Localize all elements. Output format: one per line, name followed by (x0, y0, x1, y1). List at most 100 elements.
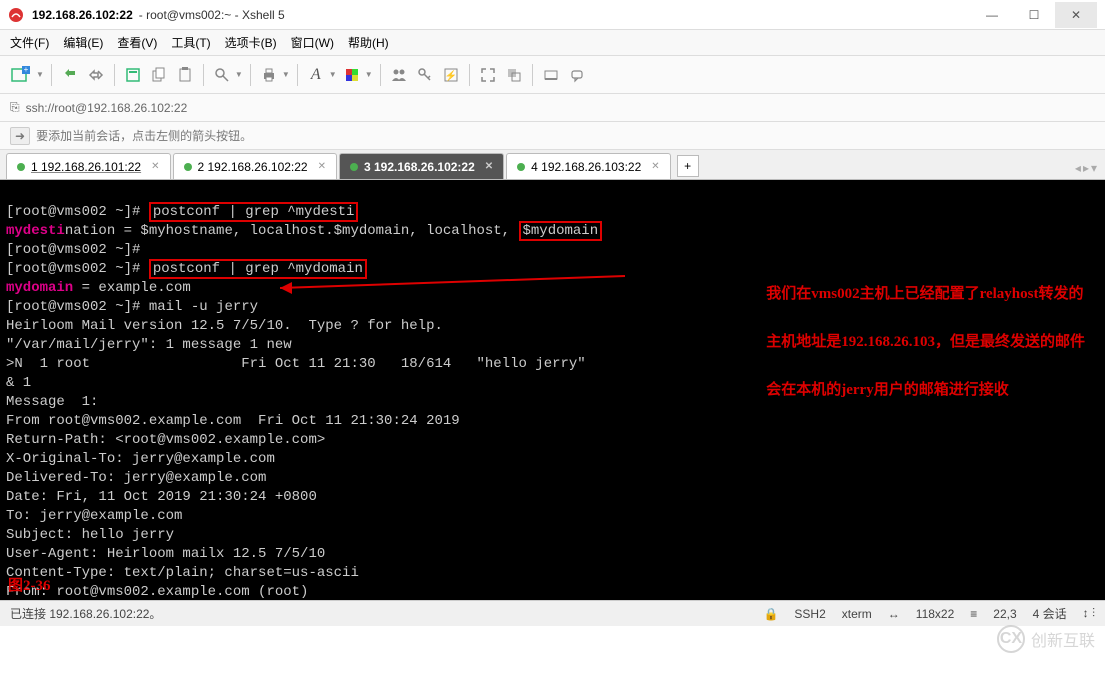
annotation-text: 我们在vms002主机上已经配置了relayhost转发的 主机地址是192.1… (766, 258, 1085, 426)
menu-tabs[interactable]: 选项卡(B) (225, 34, 277, 51)
close-button[interactable]: ✕ (1055, 2, 1097, 28)
protocol-label: SSH2 (794, 607, 825, 621)
tab-label: 4 192.168.26.103:22 (531, 160, 641, 174)
menu-file[interactable]: 文件(F) (10, 34, 49, 51)
term-line: Message 1: (6, 394, 98, 410)
session-tab-2[interactable]: 2 192.168.26.102:22 ✕ (173, 153, 338, 179)
address-text[interactable]: ssh://root@192.168.26.102:22 (26, 101, 188, 115)
dropdown-icon[interactable]: ▼ (235, 70, 243, 79)
term-line: Return-Path: <root@vms002.example.com> (6, 432, 325, 448)
annotation-arrow-icon (280, 274, 630, 294)
hint-icon[interactable]: ➜ (10, 127, 30, 145)
term-line: X-Original-To: jerry@example.com (6, 451, 275, 467)
status-bar: 已连接 192.168.26.102:22。 🔒 SSH2 xterm ↔ 11… (0, 600, 1105, 626)
maximize-button[interactable]: ☐ (1013, 2, 1055, 28)
addr-icon: ⎘ (10, 100, 20, 115)
disconnect-button[interactable] (85, 63, 107, 87)
term-line: & 1 (6, 375, 31, 391)
tab-close-icon[interactable]: ✕ (651, 161, 659, 172)
transparency-button[interactable] (503, 63, 525, 87)
tab-label: 3 192.168.26.102:22 (364, 160, 475, 174)
term-line: Subject: hello jerry (6, 527, 174, 543)
watermark-text: 创新互联 (1031, 627, 1095, 651)
menu-edit[interactable]: 编辑(E) (63, 34, 103, 51)
term-line: [root@vms002 ~]# postconf | grep ^mydest… (6, 202, 358, 222)
menu-help[interactable]: 帮助(H) (348, 34, 389, 51)
term-line: [root@vms002 ~]# (6, 242, 140, 258)
tab-close-icon[interactable]: ✕ (318, 161, 326, 172)
menu-tools[interactable]: 工具(T) (171, 34, 210, 51)
find-button[interactable] (211, 63, 233, 87)
term-size: 118x22 (916, 607, 954, 621)
tab-label: 2 192.168.26.102:22 (198, 160, 308, 174)
paste-button[interactable] (174, 63, 196, 87)
watermark: CX 创新互联 (997, 625, 1095, 653)
session-count: 4 会话 (1033, 605, 1067, 622)
reconnect-button[interactable] (59, 63, 81, 87)
new-session-button[interactable]: + (8, 63, 34, 87)
svg-text:⚡: ⚡ (444, 69, 456, 82)
help-button[interactable] (566, 63, 588, 87)
term-line: "/var/mail/jerry": 1 message 1 new (6, 337, 292, 353)
term-line: mydestination = $myhostname, localhost.$… (6, 221, 602, 241)
size-icon: ↔ (888, 607, 900, 621)
status-dot-icon (17, 163, 25, 171)
dropdown-icon[interactable]: ▼ (282, 70, 290, 79)
hint-bar: ➜ 要添加当前会话，点击左侧的箭头按钮。 (0, 122, 1105, 150)
menu-bar: 文件(F) 编辑(E) 查看(V) 工具(T) 选项卡(B) 窗口(W) 帮助(… (0, 30, 1105, 56)
term-line: User-Agent: Heirloom mailx 12.5 7/5/10 (6, 546, 325, 562)
key-button[interactable] (414, 63, 436, 87)
session-tab-1[interactable]: 1 192.168.26.101:22 ✕ (6, 153, 171, 179)
minimize-tray-button[interactable] (540, 63, 562, 87)
term-line: To: jerry@example.com (6, 508, 182, 524)
minimize-button[interactable]: — (971, 2, 1013, 28)
session-tab-4[interactable]: 4 192.168.26.103:22 ✕ (506, 153, 671, 179)
toolbar: + ▼ ▼ ▼ A ▼ ▼ ⚡ (0, 56, 1105, 94)
term-line: From root@vms002.example.com Fri Oct 11 … (6, 413, 460, 429)
fullscreen-button[interactable] (477, 63, 499, 87)
tab-bar: 1 192.168.26.101:22 ✕ 2 192.168.26.102:2… (0, 150, 1105, 180)
new-tab-button[interactable]: + (677, 155, 699, 177)
script-button[interactable]: ⚡ (440, 63, 462, 87)
font-button[interactable]: A (305, 63, 327, 87)
dropdown-icon[interactable]: ▼ (365, 70, 373, 79)
term-line: Content-Type: text/plain; charset=us-asc… (6, 565, 359, 581)
title-bar: 192.168.26.102:22 - root@vms002:~ - Xshe… (0, 0, 1105, 30)
copy-button[interactable] (148, 63, 170, 87)
pos-icon: ≡ (970, 607, 977, 621)
menu-view[interactable]: 查看(V) (117, 34, 157, 51)
term-line: Delivered-To: jerry@example.com (6, 470, 266, 486)
more-icon[interactable]: ↕ ⫶ (1083, 606, 1095, 621)
term-line: mydomain = example.com (6, 280, 191, 296)
print-button[interactable] (258, 63, 280, 87)
window-title-rest: - root@vms002:~ - Xshell 5 (139, 8, 285, 22)
watermark-logo: CX (997, 625, 1025, 653)
menu-window[interactable]: 窗口(W) (291, 34, 334, 51)
cursor-pos: 22,3 (993, 607, 1016, 621)
term-line: Date: Fri, 11 Oct 2019 21:30:24 +0800 (6, 489, 317, 505)
figure-label: 图2-36 (8, 577, 51, 596)
dropdown-icon[interactable]: ▼ (36, 70, 44, 79)
dropdown-icon[interactable]: ▼ (329, 70, 337, 79)
tab-next-icon[interactable]: ▸ (1083, 161, 1089, 175)
status-dot-icon (350, 163, 358, 171)
tab-close-icon[interactable]: ✕ (485, 161, 493, 172)
tab-list-icon[interactable]: ▾ (1091, 161, 1097, 175)
tab-prev-icon[interactable]: ◂ (1075, 161, 1081, 175)
status-dot-icon (517, 163, 525, 171)
session-tab-3[interactable]: 3 192.168.26.102:22 ✕ (339, 153, 504, 179)
term-line: >N 1 root Fri Oct 11 21:30 18/614 "hello… (6, 356, 586, 372)
properties-button[interactable] (122, 63, 144, 87)
address-bar: ⎘ ssh://root@192.168.26.102:22 (0, 94, 1105, 122)
terminal-pane[interactable]: [root@vms002 ~]# postconf | grep ^mydest… (0, 180, 1105, 600)
window-title-addr: 192.168.26.102:22 (32, 8, 133, 22)
users-button[interactable] (388, 63, 410, 87)
term-line: [root@vms002 ~]# mail -u jerry (6, 299, 258, 315)
color-button[interactable] (341, 63, 363, 87)
connection-status: 已连接 192.168.26.102:22。 (10, 605, 161, 622)
term-line: From: root@vms002.example.com (root) (6, 584, 308, 600)
term-type-label: xterm (842, 607, 872, 621)
hint-text: 要添加当前会话，点击左侧的箭头按钮。 (36, 127, 252, 144)
tab-label: 1 192.168.26.101:22 (31, 160, 141, 174)
tab-close-icon[interactable]: ✕ (151, 161, 159, 172)
